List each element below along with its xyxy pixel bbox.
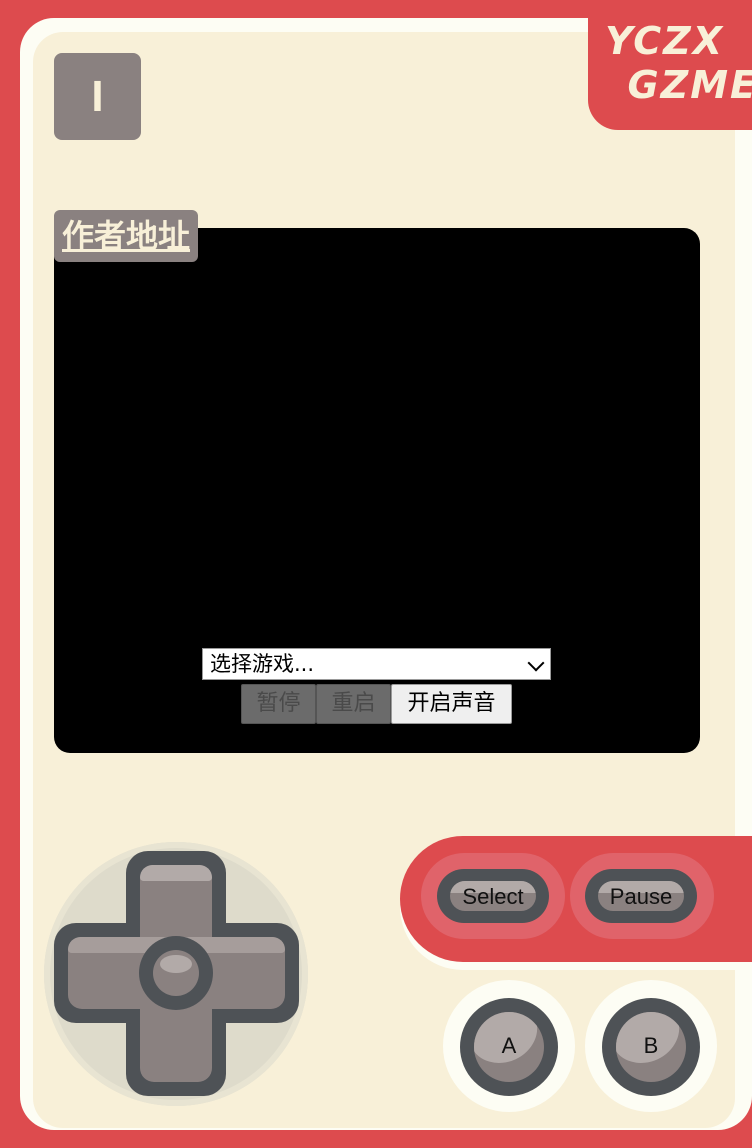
select-button-label: Select <box>462 884 524 909</box>
dpad-center-highlight <box>160 955 192 973</box>
enable-sound-button[interactable]: 开启声音 <box>391 684 512 724</box>
author-link[interactable]: 作者地址 <box>54 210 199 262</box>
brand-badge: YCZX GZME <box>588 0 752 130</box>
game-select-dropdown[interactable]: 选择游戏... <box>202 648 551 680</box>
chevron-down-icon <box>527 654 545 672</box>
restart-button[interactable]: 重启 <box>316 684 391 724</box>
menu-button[interactable]: I <box>54 53 141 140</box>
a-button-label: A <box>501 1033 517 1058</box>
pause-button-label: Pause <box>609 884 673 909</box>
dpad-up-button[interactable] <box>140 865 212 881</box>
brand-line-2: GZME <box>627 63 752 107</box>
pause-game-button[interactable]: 暂停 <box>241 684 316 724</box>
b-button-label: B <box>643 1033 659 1058</box>
brand-line-1: YCZX <box>605 19 724 63</box>
game-select-value: 选择游戏... <box>210 652 315 676</box>
